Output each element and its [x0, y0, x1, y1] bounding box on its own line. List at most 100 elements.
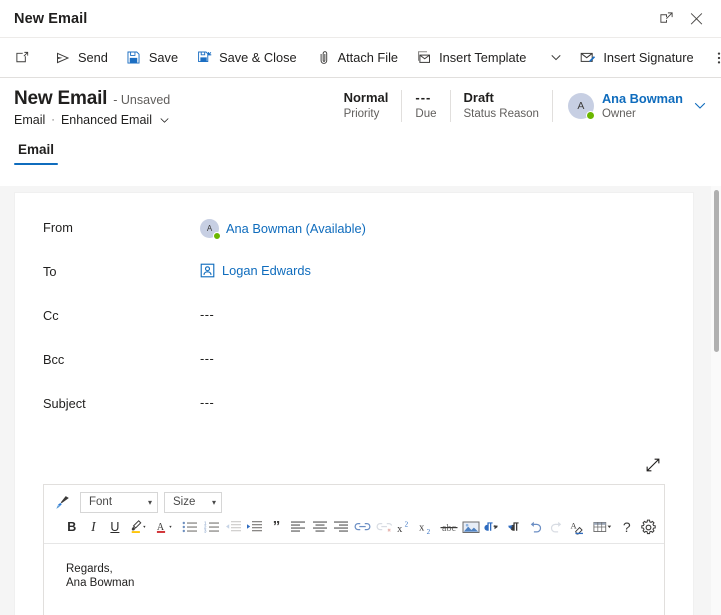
field-value-to[interactable]: Logan Edwards [200, 263, 311, 278]
command-attach-file-label: Attach File [337, 50, 399, 65]
settings-gear-icon[interactable] [639, 516, 659, 538]
stat-priority-label: Priority [343, 108, 380, 120]
font-size-chevron-down-icon: ▾ [211, 497, 216, 507]
vertical-scrollbar-track[interactable] [711, 186, 721, 615]
form-canvas: From A Ana Bowman (Available) To Logan E… [0, 186, 721, 615]
align-right-icon[interactable] [331, 516, 351, 538]
svg-text:A: A [571, 520, 578, 530]
svg-text:3: 3 [204, 529, 207, 534]
command-insert-template[interactable]: Insert Template [407, 43, 535, 73]
owner-name[interactable]: Ana Bowman [602, 91, 683, 107]
tab-strip: Email [0, 127, 721, 165]
email-body-input[interactable]: Regards, Ana Bowman [44, 544, 664, 615]
numbered-list-icon[interactable]: 1 2 3 [202, 516, 222, 538]
command-new[interactable] [4, 43, 40, 73]
field-row-subject: Subject --- [15, 395, 693, 439]
blockquote-icon[interactable]: ” [267, 516, 287, 538]
highlight-color-icon[interactable] [127, 516, 152, 538]
underline-icon[interactable]: U [105, 516, 125, 538]
stat-status-reason[interactable]: Draft Status Reason [451, 90, 552, 122]
command-attach-file[interactable]: Attach File [306, 43, 407, 73]
owner-field[interactable]: A Ana Bowman Owner [553, 91, 707, 121]
command-insert-signature-label: Insert Signature [603, 50, 694, 65]
command-overflow-menu[interactable] [703, 43, 721, 73]
format-painter-icon[interactable] [50, 491, 74, 513]
cc-empty-value: --- [200, 307, 215, 322]
insert-image-icon[interactable] [461, 516, 481, 538]
owner-chevron-down-icon[interactable] [691, 99, 707, 113]
superscript-icon[interactable]: x 2 [396, 516, 416, 538]
bold-icon[interactable]: B [62, 516, 82, 538]
italic-icon[interactable]: I [84, 516, 104, 538]
align-left-icon[interactable] [288, 516, 308, 538]
bold-glyph: B [67, 520, 77, 534]
new-window-icon [14, 50, 30, 66]
form-selector-chevron-down-icon[interactable] [159, 115, 170, 126]
font-family-select[interactable]: Font ▾ [80, 491, 158, 513]
field-value-subject[interactable]: --- [200, 395, 214, 410]
svg-text:abc: abc [442, 523, 456, 534]
field-label-subject: Subject [43, 396, 86, 411]
record-header-left: New Email - Unsaved Email · Enhanced Ema… [14, 88, 170, 127]
command-template-dropdown[interactable] [541, 43, 571, 73]
clear-formatting-icon[interactable]: A [569, 516, 589, 538]
subscript-icon[interactable]: x 2 [418, 516, 438, 538]
vertical-scrollbar-thumb[interactable] [714, 190, 719, 352]
insert-table-icon[interactable] [590, 516, 615, 538]
rich-text-editor: Font ▾ Size ▾ B I U A 1 2 3 ” x 2 x 2 ab… [43, 484, 665, 615]
field-value-cc[interactable]: --- [200, 307, 214, 322]
increase-indent-icon[interactable] [245, 516, 265, 538]
redo-icon[interactable] [547, 516, 567, 538]
decrease-indent-icon[interactable] [224, 516, 244, 538]
remove-link-icon[interactable] [375, 516, 395, 538]
font-size-select[interactable]: Size ▾ [164, 491, 222, 513]
right-to-left-icon[interactable] [504, 516, 524, 538]
command-insert-signature[interactable]: Insert Signature [571, 43, 702, 73]
svg-text:2: 2 [405, 520, 409, 528]
insert-signature-icon [580, 50, 596, 66]
email-compose-window: New Email Send Save Save & Close Attach … [0, 0, 721, 615]
svg-text:x: x [419, 522, 425, 533]
undo-icon[interactable] [525, 516, 545, 538]
email-body-line-1: Regards, [66, 563, 113, 575]
editor-toolbar: Font ▾ Size ▾ B I U A 1 2 3 ” x 2 x 2 ab… [44, 485, 664, 544]
expand-editor-icon[interactable] [643, 455, 663, 475]
font-size-value: Size [173, 496, 196, 508]
owner-text: Ana Bowman Owner [602, 91, 683, 121]
page-title: New Email [14, 88, 108, 109]
help-icon[interactable]: ? [617, 516, 637, 538]
stat-priority[interactable]: Normal Priority [331, 90, 402, 122]
left-to-right-icon[interactable] [482, 516, 502, 538]
pop-out-icon[interactable] [651, 4, 681, 34]
subject-empty-value: --- [200, 395, 215, 410]
presence-available-icon [585, 111, 595, 120]
to-recipient-name[interactable]: Logan Edwards [222, 263, 311, 278]
email-body-line-2: Ana Bowman [66, 577, 135, 589]
underline-glyph: U [110, 520, 120, 534]
insert-link-icon[interactable] [353, 516, 373, 538]
field-value-from[interactable]: A Ana Bowman (Available) [200, 219, 366, 240]
tab-email[interactable]: Email [14, 136, 59, 165]
field-label-from: From [43, 220, 73, 235]
record-breadcrumb: Email · Enhanced Email [14, 113, 170, 127]
save-and-close-icon [196, 50, 212, 66]
command-send-label: Send [78, 50, 108, 65]
chevron-down-icon [548, 50, 564, 66]
editor-toolbar-row-2: B I U A 1 2 3 ” x 2 x 2 abc A ? [50, 515, 658, 539]
close-icon[interactable] [681, 4, 711, 34]
strikethrough-icon[interactable]: abc [439, 516, 459, 538]
field-label-cc: Cc [43, 308, 59, 323]
field-value-bcc[interactable]: --- [200, 351, 214, 366]
font-color-icon[interactable]: A [154, 516, 179, 538]
email-header-fields: From A Ana Bowman (Available) To Logan E… [15, 193, 693, 439]
command-save[interactable]: Save [117, 43, 187, 73]
command-send[interactable]: Send [46, 43, 117, 73]
from-recipient-name[interactable]: Ana Bowman (Available) [226, 221, 366, 236]
form-selector-label[interactable]: Enhanced Email [61, 113, 152, 127]
bulleted-list-icon[interactable] [180, 516, 200, 538]
align-center-icon[interactable] [310, 516, 330, 538]
field-row-cc: Cc --- [15, 307, 693, 351]
stat-due[interactable]: --- Due [402, 90, 449, 122]
command-save-and-close[interactable]: Save & Close [187, 43, 306, 73]
record-header-stats: Normal Priority --- Due Draft Status Rea… [331, 88, 707, 122]
